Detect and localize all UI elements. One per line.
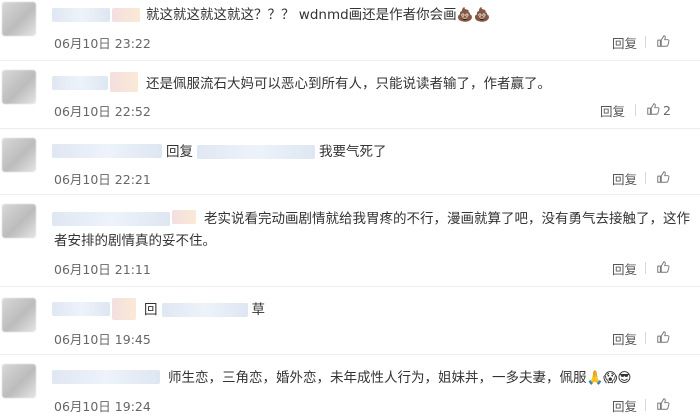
- mentioned-user[interactable]: [197, 145, 315, 159]
- comment-body: 我要气死了: [319, 144, 387, 160]
- username[interactable]: [52, 370, 160, 384]
- reply-button[interactable]: 回复: [612, 396, 637, 415]
- comment-divider: [0, 60, 700, 61]
- username-badge: [112, 298, 136, 320]
- avatar[interactable]: [2, 298, 36, 332]
- comment-text: 就这就这就这就这？？？ wdnmd画还是作者你会画💩💩: [146, 7, 491, 23]
- reply-button[interactable]: 回复: [612, 33, 637, 52]
- divider: [645, 262, 646, 274]
- comment-text: 回复 我要气死了: [166, 141, 387, 163]
- divider: [645, 399, 646, 411]
- comment-divider: [0, 354, 700, 355]
- comment-time: 06月10日 22:21: [54, 172, 151, 187]
- divider: [645, 172, 646, 184]
- reply-button[interactable]: 回复: [612, 259, 637, 278]
- reply-button[interactable]: 回复: [612, 169, 637, 188]
- comment-time: 06月10日 19:45: [54, 332, 151, 347]
- comment-time: 06月10日 21:11: [54, 262, 151, 277]
- comment-body: 草: [251, 302, 266, 318]
- like-button[interactable]: [656, 330, 673, 347]
- thumbs-up-icon: [656, 330, 670, 347]
- thumbs-up-icon: [656, 397, 670, 414]
- divider: [635, 104, 636, 116]
- username[interactable]: [52, 76, 108, 90]
- like-button[interactable]: 2: [646, 102, 671, 119]
- comment-divider: [0, 286, 700, 287]
- reply-button[interactable]: 回复: [600, 101, 625, 120]
- comment-time: 06月10日 22:52: [54, 104, 151, 119]
- thumbs-up-icon: [656, 260, 670, 277]
- thumbs-up-icon: [656, 170, 670, 187]
- reply-prefix: 回: [144, 302, 158, 318]
- like-count: 2: [663, 103, 671, 118]
- comment-time: 06月10日 19:24: [54, 399, 151, 414]
- thumbs-up-icon: [646, 102, 660, 119]
- avatar[interactable]: [2, 70, 36, 104]
- mentioned-user[interactable]: [161, 303, 248, 317]
- comment-divider: [0, 194, 700, 195]
- like-button[interactable]: [656, 260, 673, 277]
- avatar[interactable]: [2, 2, 36, 36]
- like-button[interactable]: [656, 397, 673, 414]
- divider: [645, 36, 646, 48]
- comment-text: 老实说看完动画剧情就给我胃疼的不行，漫画就算了吧，没有勇气去接触了，这作者安排的…: [54, 211, 690, 249]
- comment-time: 06月10日 23:22: [54, 36, 151, 51]
- like-button[interactable]: [656, 170, 673, 187]
- divider: [645, 332, 646, 344]
- comment-divider: [0, 128, 700, 129]
- avatar[interactable]: [2, 364, 36, 398]
- reply-prefix: 回复: [166, 144, 193, 160]
- reply-button[interactable]: 回复: [612, 329, 637, 348]
- username-badge: [110, 72, 138, 92]
- comment-text: 回草: [144, 299, 265, 321]
- username-badge: [112, 8, 140, 22]
- comment-text: 师生恋，三角恋，婚外恋，未年成性人行为，姐妹丼，一多夫妻，佩服🙏😱😎: [168, 370, 632, 386]
- like-button[interactable]: [656, 34, 673, 51]
- thumbs-up-icon: [656, 34, 670, 51]
- avatar[interactable]: [2, 138, 36, 172]
- comment-text: 还是佩服流石大妈可以恶心到所有人，只能说读者输了，作者赢了。: [146, 76, 551, 92]
- username[interactable]: [52, 8, 110, 22]
- username[interactable]: [52, 302, 110, 316]
- username[interactable]: [52, 144, 162, 158]
- avatar[interactable]: [2, 204, 36, 238]
